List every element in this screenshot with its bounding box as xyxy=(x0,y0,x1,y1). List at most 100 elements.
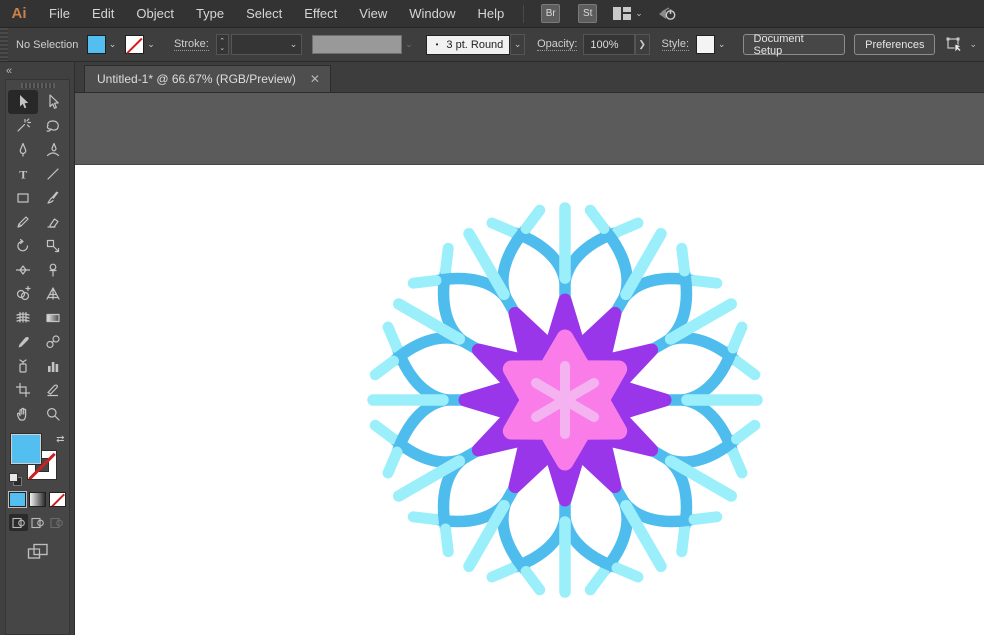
snowflake-artwork[interactable] xyxy=(355,190,775,610)
eraser-tool[interactable] xyxy=(38,210,68,234)
share-button[interactable] xyxy=(657,6,677,22)
rotate-tool[interactable] xyxy=(8,234,38,258)
collapse-panel-button[interactable]: « xyxy=(0,62,74,79)
document-setup-button[interactable]: Document Setup xyxy=(742,33,846,57)
stroke-panel-link[interactable]: Stroke: xyxy=(173,38,209,51)
brush-name: 3 pt. Round xyxy=(446,38,504,51)
opacity-arrow-button[interactable]: ❯ xyxy=(634,34,650,55)
rectangle-tool[interactable] xyxy=(8,186,38,210)
lasso-tool[interactable] xyxy=(38,114,68,138)
default-fill-stroke-icon[interactable] xyxy=(8,473,22,486)
workspace-switcher-icon xyxy=(613,7,632,20)
symbol-sprayer-tool[interactable] xyxy=(8,354,38,378)
tools-rail: « T ⇄ xyxy=(0,62,75,635)
screen-mode-button[interactable] xyxy=(27,543,49,560)
column-graph-tool[interactable] xyxy=(38,354,68,378)
brush-dropdown-chevron[interactable]: ⌄ xyxy=(510,34,526,55)
illustrator-window: Ai File Edit Object Type Select Effect V… xyxy=(0,0,984,635)
selection-status: No Selection xyxy=(16,38,79,51)
color-button[interactable] xyxy=(8,491,27,508)
menu-select[interactable]: Select xyxy=(235,0,293,28)
fill-color-dropdown[interactable]: ⌄ xyxy=(106,35,120,54)
type-tool[interactable]: T xyxy=(8,162,38,186)
color-type-buttons xyxy=(8,491,66,508)
fill-color-swatch[interactable] xyxy=(86,35,106,54)
draw-inside-button[interactable] xyxy=(47,514,66,531)
menu-type[interactable]: Type xyxy=(185,0,235,28)
svg-text:T: T xyxy=(19,168,27,182)
stepper-down-icon[interactable]: ⌄ xyxy=(219,45,225,52)
stroke-weight-dropdown[interactable]: ⌄ xyxy=(230,34,302,55)
gradient-button[interactable] xyxy=(29,492,46,507)
pen-tool[interactable] xyxy=(8,138,38,162)
paintbrush-tool[interactable] xyxy=(38,186,68,210)
puppet-warp-tool[interactable] xyxy=(38,258,68,282)
chevron-down-icon: ⌄ xyxy=(635,8,643,18)
magic-wand-tool[interactable] xyxy=(8,114,38,138)
brush-definition-dropdown[interactable]: • 3 pt. Round xyxy=(425,34,511,55)
stepper-up-icon[interactable]: ⌃ xyxy=(219,38,225,45)
chevron-down-icon: ⌄ xyxy=(289,39,298,49)
bridge-button[interactable]: Br xyxy=(541,4,561,23)
style-dropdown-chevron[interactable]: ⌄ xyxy=(715,35,729,54)
menu-window[interactable]: Window xyxy=(398,0,466,28)
scale-tool[interactable] xyxy=(38,234,68,258)
tools-panel-grip[interactable] xyxy=(20,83,55,88)
document-tab[interactable]: Untitled-1* @ 66.67% (RGB/Preview) ✕ xyxy=(84,65,331,92)
app-logo: Ai xyxy=(11,5,27,22)
graphic-style-swatch[interactable] xyxy=(696,35,715,54)
menu-file[interactable]: File xyxy=(38,0,81,28)
width-tool[interactable] xyxy=(8,258,38,282)
document-area: Untitled-1* @ 66.67% (RGB/Preview) ✕ xyxy=(75,62,984,635)
canvas-viewport[interactable] xyxy=(75,93,984,635)
shaper-tool[interactable] xyxy=(8,210,38,234)
fill-stroke-widget: ⇄ xyxy=(8,433,67,486)
blend-tool[interactable] xyxy=(38,330,68,354)
menu-bar: Ai File Edit Object Type Select Effect V… xyxy=(0,0,984,28)
line-segment-tool[interactable] xyxy=(38,162,68,186)
shape-builder-tool[interactable] xyxy=(8,282,38,306)
preferences-button[interactable]: Preferences xyxy=(854,34,936,55)
width-profile-chevron-disabled: ⌄ xyxy=(405,39,413,49)
mesh-tool[interactable] xyxy=(8,306,38,330)
menu-object[interactable]: Object xyxy=(125,0,185,28)
menu-edit[interactable]: Edit xyxy=(81,0,125,28)
chevron-down-icon: ⌄ xyxy=(969,39,978,49)
menu-help[interactable]: Help xyxy=(466,0,515,28)
swap-fill-stroke-icon[interactable]: ⇄ xyxy=(56,434,64,445)
document-tab-bar: Untitled-1* @ 66.67% (RGB/Preview) ✕ xyxy=(75,62,984,93)
gradient-tool[interactable] xyxy=(38,306,68,330)
zoom-tool[interactable] xyxy=(38,402,68,426)
draw-normal-button[interactable] xyxy=(9,514,28,531)
artboard-tool[interactable] xyxy=(8,378,38,402)
slice-tool[interactable] xyxy=(38,378,68,402)
stroke-color-dropdown[interactable]: ⌄ xyxy=(144,35,158,54)
brush-dot-icon: • xyxy=(435,40,439,49)
stock-button[interactable]: St xyxy=(578,4,598,23)
control-bar-grip[interactable] xyxy=(0,28,8,61)
curvature-tool[interactable] xyxy=(38,138,68,162)
width-profile-dropdown[interactable] xyxy=(311,35,403,54)
style-link[interactable]: Style: xyxy=(661,38,690,51)
control-bar: No Selection ⌄ ⌄ Stroke: ⌃ ⌄ ⌄ ⌄ • 3 pt.… xyxy=(0,28,984,62)
tools-grid: T xyxy=(7,90,68,426)
menu-effect[interactable]: Effect xyxy=(293,0,348,28)
select-similar-button[interactable]: ⌄ xyxy=(945,36,977,53)
hand-tool[interactable] xyxy=(8,402,38,426)
stroke-color-swatch[interactable] xyxy=(125,35,145,54)
none-button[interactable] xyxy=(49,492,66,507)
workspace-switcher-button[interactable]: ⌄ xyxy=(613,7,643,20)
perspective-grid-tool[interactable] xyxy=(38,282,68,306)
document-tab-title: Untitled-1* @ 66.67% (RGB/Preview) xyxy=(97,72,296,86)
menu-view[interactable]: View xyxy=(348,0,398,28)
eyedropper-tool[interactable] xyxy=(8,330,38,354)
draw-behind-button[interactable] xyxy=(28,514,47,531)
opacity-link[interactable]: Opacity: xyxy=(537,38,578,51)
selection-tool[interactable] xyxy=(7,90,38,114)
fill-proxy-swatch[interactable] xyxy=(9,433,42,465)
close-tab-icon[interactable]: ✕ xyxy=(310,72,320,86)
share-power-icon xyxy=(658,6,676,20)
opacity-field[interactable]: 100% xyxy=(583,34,635,55)
stroke-weight-stepper[interactable]: ⌃ ⌄ xyxy=(215,34,229,55)
direct-selection-tool[interactable] xyxy=(38,90,68,114)
